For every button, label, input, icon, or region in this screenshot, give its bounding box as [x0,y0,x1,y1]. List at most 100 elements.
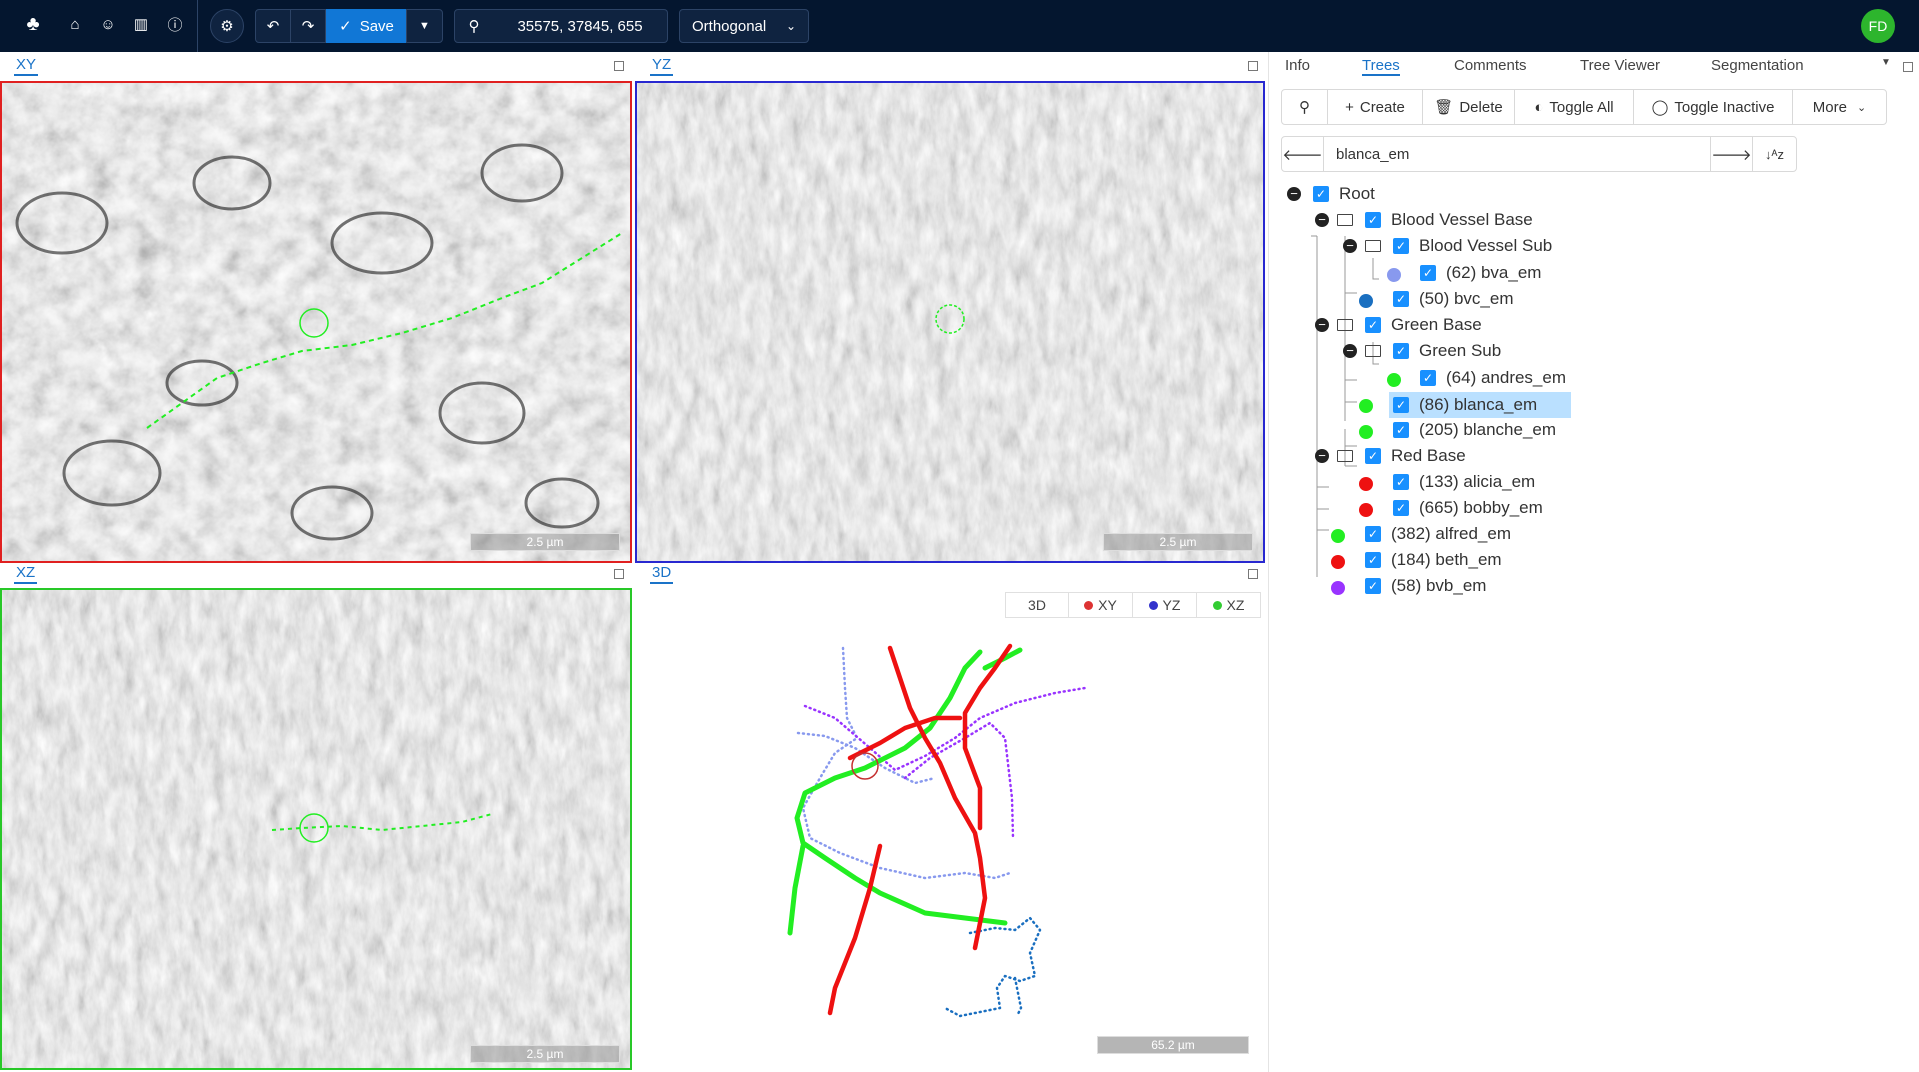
maximize-xz-icon[interactable] [614,569,624,579]
create-tree-button[interactable]: + Create [1327,89,1423,125]
tab-xy[interactable]: XY [14,56,39,76]
xy-scale-bar: 2.5 µm [470,533,620,551]
maximize-yz-icon[interactable] [1248,61,1258,71]
tree-green [794,649,1008,926]
tree-group-green-base[interactable]: ✓ Green Base [1365,313,1482,337]
user-avatar[interactable]: FD [1861,9,1895,43]
save-options-dropdown[interactable]: ▼ [406,9,443,43]
active-tree-name-input[interactable]: blanca_em [1323,136,1711,172]
tree-checkbox[interactable]: ✓ [1365,552,1381,568]
red-dot-icon [1084,600,1094,610]
sort-button[interactable]: ↓ᴬz [1752,136,1797,172]
viewport-3d[interactable]: 65.2 µm [635,588,1265,1070]
next-tree-button[interactable]: 🡒 [1710,136,1753,172]
tab-segmentation[interactable]: Segmentation [1711,57,1804,74]
group-checkbox[interactable]: ✓ [1393,238,1409,254]
group-checkbox[interactable]: ✓ [1365,317,1381,333]
viewport-xy[interactable]: 2.5 µm [0,81,632,563]
tree-item-bvc[interactable]: ✓ (50) bvc_em [1393,287,1513,311]
tab-3d[interactable]: 3D [650,564,674,584]
plus-icon: + [1345,98,1354,116]
tree-item-alfred[interactable]: ✓ (382) alfred_em [1365,522,1511,546]
tree-checkbox[interactable]: ✓ [1393,500,1409,516]
tree-checkbox[interactable]: ✓ [1393,291,1409,307]
3d-view-button[interactable]: 3D [1005,592,1069,618]
tree-item-beth[interactable]: ✓ (184) beth_em [1365,548,1502,572]
collapse-group-icon[interactable]: − [1315,449,1329,463]
maximize-xy-icon[interactable] [614,61,624,71]
tabs-dropdown-icon[interactable]: ▼ [1881,57,1891,68]
tree-checkbox[interactable]: ✓ [1365,526,1381,542]
tree-item-bva[interactable]: ✓ (62) bva_em [1420,261,1541,285]
more-dropdown[interactable]: More ⌄ [1792,89,1887,125]
help-icon[interactable]: ⓘ [164,13,186,35]
tab-info[interactable]: Info [1285,57,1310,74]
tree-group-green-sub[interactable]: ✓ Green Sub [1393,339,1501,363]
settings-button[interactable]: ⚙ [210,9,244,43]
toggle-all-button[interactable]: ◐ Toggle All [1514,89,1634,125]
tree-checkbox[interactable]: ✓ [1365,578,1381,594]
previous-tree-button[interactable]: 🡐 [1281,136,1324,172]
tab-trees[interactable]: Trees [1362,57,1400,76]
xz-plane-toggle[interactable]: XZ [1196,592,1261,618]
group-checkbox[interactable]: ✓ [1393,343,1409,359]
yz-plane-toggle[interactable]: YZ [1132,592,1197,618]
xy-plane-toggle[interactable]: XY [1068,592,1133,618]
tree-group-blood-vessel-base[interactable]: ✓ Blood Vessel Base [1365,208,1533,232]
tree-group-root[interactable]: ✓ Root [1313,182,1375,206]
tree-checkbox[interactable]: ✓ [1393,397,1409,413]
3d-scale-bar: 65.2 µm [1097,1036,1249,1054]
tree-group-red-base[interactable]: ✓ Red Base [1365,444,1466,468]
tree-item-alicia[interactable]: ✓ (133) alicia_em [1393,470,1535,494]
arrow-right-icon: 🡒 [1711,146,1752,164]
collapse-root-icon[interactable]: − [1287,187,1301,201]
collapse-group-icon[interactable]: − [1343,239,1357,253]
more-label: More [1812,98,1847,116]
tab-xz[interactable]: XZ [14,564,38,584]
tree-group-blood-vessel-sub[interactable]: ✓ Blood Vessel Sub [1393,234,1552,258]
chevron-down-icon: ⌄ [1856,101,1867,114]
viewport-yz[interactable]: 2.5 µm [635,81,1265,563]
root-checkbox[interactable]: ✓ [1313,186,1329,202]
tab-comments[interactable]: Comments [1454,57,1527,74]
collapse-group-icon[interactable]: − [1315,318,1329,332]
folder-icon [1365,240,1381,252]
tab-tree-viewer[interactable]: Tree Viewer [1580,57,1660,74]
group-label: Blood Vessel Sub [1419,236,1553,255]
view-mode-select[interactable]: Orthogonal ⌄ [679,9,809,43]
statistics-icon[interactable]: ▥ [130,13,152,35]
tree-item-bvb[interactable]: ✓ (58) bvb_em [1365,574,1486,598]
users-icon[interactable]: ☺ [97,13,119,35]
viewport-xz[interactable]: 2.5 µm [0,588,632,1070]
tree-item-andres[interactable]: ✓ (64) andres_em [1420,366,1566,390]
group-checkbox[interactable]: ✓ [1365,212,1381,228]
tree-item-blanche[interactable]: ✓ (205) blanche_em [1393,418,1556,442]
tree-color-icon [1359,503,1373,517]
redo-button[interactable]: ↷ [290,9,326,43]
home-icon[interactable]: ⌂ [64,13,86,35]
group-checkbox[interactable]: ✓ [1365,448,1381,464]
pin-button[interactable]: ⚲ [454,9,494,43]
tree-checkbox[interactable]: ✓ [1393,422,1409,438]
toggle-inactive-button[interactable]: ◯ Toggle Inactive [1633,89,1793,125]
pushpin-icon: ⚲ [468,18,480,35]
tree-checkbox[interactable]: ✓ [1420,265,1436,281]
group-label: Green Sub [1419,341,1502,360]
maximize-3d-icon[interactable] [1248,569,1258,579]
tree-item-blanca-selected[interactable]: ✓ (86) blanca_em [1389,392,1571,418]
tree-item-bobby[interactable]: ✓ (665) bobby_em [1393,496,1543,520]
tree-checkbox[interactable]: ✓ [1420,370,1436,386]
logo-icon[interactable]: ♣ [22,13,44,35]
tab-yz[interactable]: YZ [650,56,674,76]
toggle-on-icon: ◐ [1534,98,1544,116]
delete-tree-button[interactable]: 🗑 Delete [1422,89,1515,125]
collapse-group-icon[interactable]: − [1343,344,1357,358]
group-label: Green Base [1391,315,1482,334]
save-button[interactable]: ✓ Save [326,9,407,43]
maximize-panel-icon[interactable] [1903,62,1913,72]
search-button[interactable]: ⚲ [1281,89,1328,125]
undo-button[interactable]: ↶ [255,9,291,43]
tree-checkbox[interactable]: ✓ [1393,474,1409,490]
collapse-group-icon[interactable]: − [1315,213,1329,227]
position-input[interactable]: 35575, 37845, 655 [493,9,668,43]
